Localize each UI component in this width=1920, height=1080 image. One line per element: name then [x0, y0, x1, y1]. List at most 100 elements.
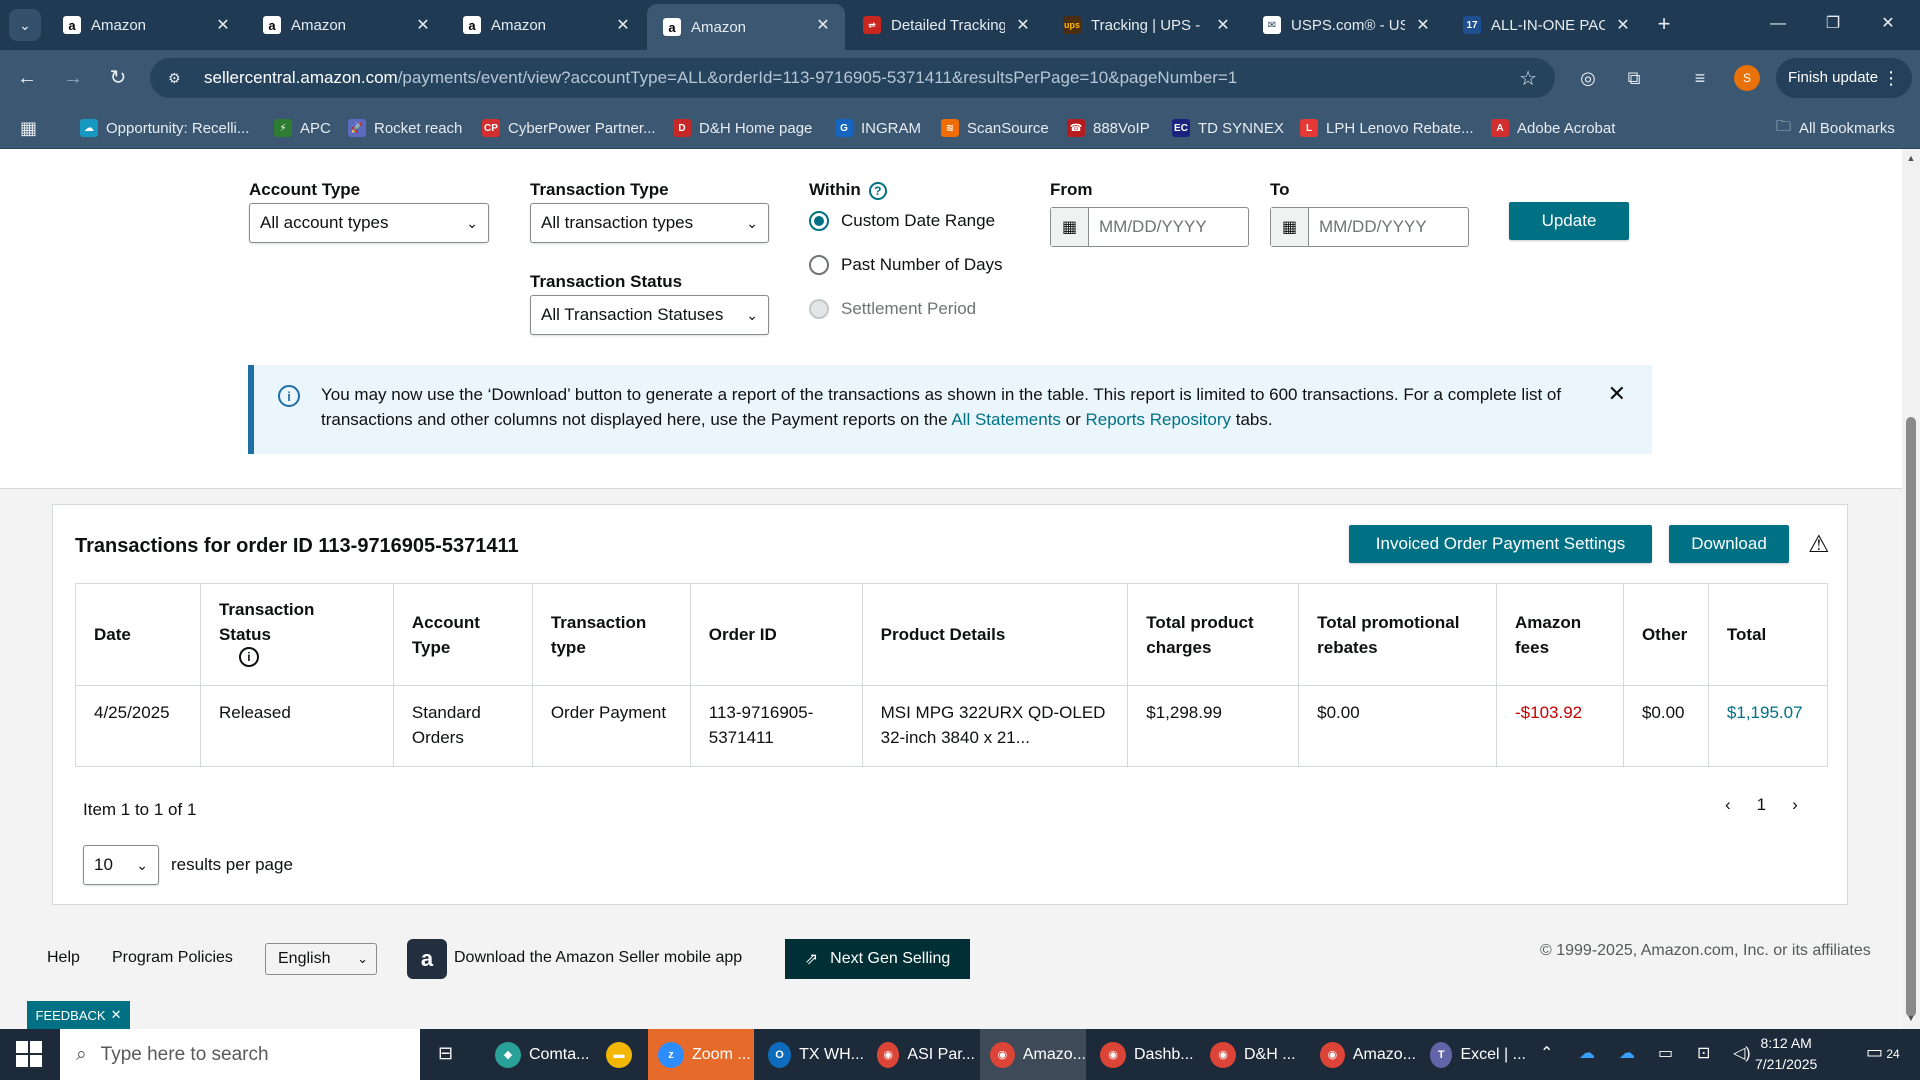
- browser-tab[interactable]: 17 ALL-IN-ONE PAC ✕: [1447, 4, 1645, 46]
- feedback-button[interactable]: FEEDBACK ✕: [27, 1001, 130, 1029]
- help-question-icon[interactable]: ?: [868, 181, 887, 200]
- tab-close-icon[interactable]: ✕: [613, 15, 633, 35]
- within-option[interactable]: Past Number of Days: [809, 255, 1003, 275]
- battery-icon[interactable]: ▭: [1658, 1043, 1673, 1063]
- tray-chevron-up-icon[interactable]: ⌃: [1540, 1043, 1553, 1063]
- new-tab-plus-icon[interactable]: +: [1649, 9, 1679, 39]
- taskbar-app[interactable]: O TX WH...: [758, 1029, 864, 1080]
- site-settings-icon[interactable]: ⚙: [168, 70, 186, 87]
- all-bookmarks-button[interactable]: 🗀 All Bookmarks: [1776, 115, 1895, 141]
- close-icon[interactable]: ✕: [111, 1007, 122, 1023]
- more-vertical-icon[interactable]: ⋮: [1882, 58, 1900, 98]
- browser-tab[interactable]: ⇌ Detailed Tracking ✕: [847, 4, 1045, 46]
- column-header-amazon-fees[interactable]: Amazon fees: [1496, 583, 1624, 686]
- browser-tab[interactable]: a Amazon ✕: [247, 4, 445, 46]
- tab-close-icon[interactable]: ✕: [1013, 15, 1033, 35]
- program-policies-link[interactable]: Program Policies: [112, 949, 233, 967]
- language-select[interactable]: English ⌄: [265, 943, 377, 975]
- from-date-field[interactable]: ▦: [1050, 207, 1249, 247]
- taskbar-app[interactable]: ◉ Amazo...: [1310, 1029, 1416, 1080]
- bookmark-item[interactable]: 🚀 Rocket reach: [348, 115, 462, 141]
- column-header-total[interactable]: Total: [1707, 583, 1829, 686]
- browser-tab[interactable]: a Amazon ✕: [447, 4, 645, 46]
- reports-repository-link[interactable]: Reports Repository: [1086, 410, 1232, 429]
- download-button[interactable]: Download: [1669, 525, 1789, 563]
- results-per-page-select[interactable]: 10 ⌄: [83, 845, 159, 885]
- window-close-icon[interactable]: ✕: [1865, 8, 1911, 40]
- radio-button[interactable]: [809, 211, 829, 231]
- column-header-total-product-charges[interactable]: Total product charges: [1127, 583, 1300, 686]
- account-type-select[interactable]: All account types ⌄: [249, 203, 489, 243]
- update-button[interactable]: Update: [1509, 202, 1629, 240]
- close-icon[interactable]: ✕: [1608, 381, 1626, 407]
- bookmark-item[interactable]: CP CyberPower Partner...: [482, 115, 656, 141]
- help-link[interactable]: Help: [47, 949, 80, 967]
- extensions-puzzle-icon[interactable]: ⧉: [1620, 64, 1648, 92]
- to-date-input[interactable]: [1309, 208, 1459, 246]
- warning-triangle-icon[interactable]: ⚠: [1808, 530, 1830, 559]
- tab-close-icon[interactable]: ✕: [413, 15, 433, 35]
- chevron-left-icon[interactable]: ‹: [1725, 795, 1731, 815]
- taskbar-app[interactable]: ◉ Dashb...: [1090, 1029, 1196, 1080]
- tab-close-icon[interactable]: ✕: [813, 15, 833, 35]
- download-mobile-app-link[interactable]: Download the Amazon Seller mobile app: [454, 949, 742, 967]
- calendar-icon[interactable]: ▦: [1051, 208, 1089, 246]
- transaction-type-select[interactable]: All transaction types ⌄: [530, 203, 769, 243]
- bookmark-item[interactable]: ⚡ APC: [274, 115, 331, 141]
- forward-arrow-icon[interactable]: →: [57, 62, 89, 94]
- bookmark-item[interactable]: EC TD SYNNEX: [1172, 115, 1284, 141]
- tab-close-icon[interactable]: ✕: [1413, 15, 1433, 35]
- scroll-down-arrow-icon[interactable]: ▼: [1905, 1013, 1917, 1023]
- profile-avatar[interactable]: S: [1734, 65, 1760, 91]
- media-controls-icon[interactable]: ≡: [1686, 64, 1714, 92]
- bookmark-item[interactable]: G INGRAM: [835, 115, 921, 141]
- info-icon[interactable]: i: [238, 647, 259, 667]
- address-bar[interactable]: ⚙ sellercentral.amazon.com/payments/even…: [150, 58, 1555, 98]
- reload-icon[interactable]: ↻: [102, 62, 134, 94]
- invoiced-order-payment-settings-button[interactable]: Invoiced Order Payment Settings: [1349, 525, 1652, 563]
- browser-tab[interactable]: ups Tracking | UPS - U ✕: [1047, 4, 1245, 46]
- cell-total[interactable]: $1,195.07: [1707, 685, 1829, 767]
- scrollbar-thumb[interactable]: [1906, 417, 1916, 1017]
- minimize-icon[interactable]: —: [1755, 8, 1801, 40]
- page-scrollbar[interactable]: ▲ ▼: [1902, 149, 1920, 1029]
- system-clock[interactable]: 8:12 AM 7/21/2025: [1755, 1033, 1817, 1075]
- windows-start-icon[interactable]: [16, 1041, 42, 1067]
- finish-update-button[interactable]: Finish update ⋮: [1776, 58, 1913, 98]
- taskbar-app[interactable]: ◆ Comta...: [485, 1029, 592, 1080]
- calendar-icon[interactable]: ▦: [1271, 208, 1309, 246]
- browser-tab[interactable]: a Amazon ✕: [47, 4, 245, 46]
- from-date-input[interactable]: [1089, 208, 1239, 246]
- column-header-date[interactable]: Date: [75, 583, 201, 686]
- tab-close-icon[interactable]: ✕: [1613, 15, 1633, 35]
- page-number[interactable]: 1: [1757, 795, 1766, 815]
- bookmark-item[interactable]: ☎ 888VoIP: [1067, 115, 1150, 141]
- within-option[interactable]: Custom Date Range: [809, 211, 995, 231]
- column-header-order-id[interactable]: Order ID: [689, 583, 863, 686]
- bookmark-item[interactable]: ≋ ScanSource: [941, 115, 1049, 141]
- taskbar-app[interactable]: ◉ D&H ...: [1200, 1029, 1306, 1080]
- column-header-product-details[interactable]: Product Details: [861, 583, 1129, 686]
- tab-close-icon[interactable]: ✕: [213, 15, 233, 35]
- column-header-account-type[interactable]: Account Type: [392, 583, 533, 686]
- bookmark-item[interactable]: ☁ Opportunity: Recelli...: [80, 115, 249, 141]
- column-header-total-promotional-rebates[interactable]: Total promotional rebates: [1298, 583, 1497, 686]
- taskbar-app[interactable]: ▬: [596, 1029, 644, 1080]
- bookmark-item[interactable]: D D&H Home page: [673, 115, 812, 141]
- all-statements-link[interactable]: All Statements: [951, 410, 1061, 429]
- notification-center[interactable]: ▭ 24: [1866, 1042, 1900, 1068]
- browser-tab[interactable]: a Amazon ✕: [647, 4, 845, 50]
- column-header-other[interactable]: Other: [1622, 583, 1709, 686]
- seller-app-icon[interactable]: a: [407, 939, 447, 979]
- scroll-up-arrow-icon[interactable]: ▲: [1905, 153, 1917, 163]
- radio-button[interactable]: [809, 255, 829, 275]
- onedrive-icon[interactable]: ☁: [1579, 1043, 1595, 1063]
- volume-icon[interactable]: ◁): [1733, 1043, 1751, 1063]
- tab-close-icon[interactable]: ✕: [1213, 15, 1233, 35]
- taskbar-app[interactable]: ◉ ASI Par...: [867, 1029, 975, 1080]
- back-arrow-icon[interactable]: ←: [11, 62, 43, 94]
- bookmark-item[interactable]: L LPH Lenovo Rebate...: [1300, 115, 1474, 141]
- taskbar-app[interactable]: z Zoom ...: [648, 1029, 754, 1080]
- taskbar-app[interactable]: ◉ Amazo...: [980, 1029, 1086, 1080]
- network-icon[interactable]: ⊡: [1697, 1043, 1710, 1063]
